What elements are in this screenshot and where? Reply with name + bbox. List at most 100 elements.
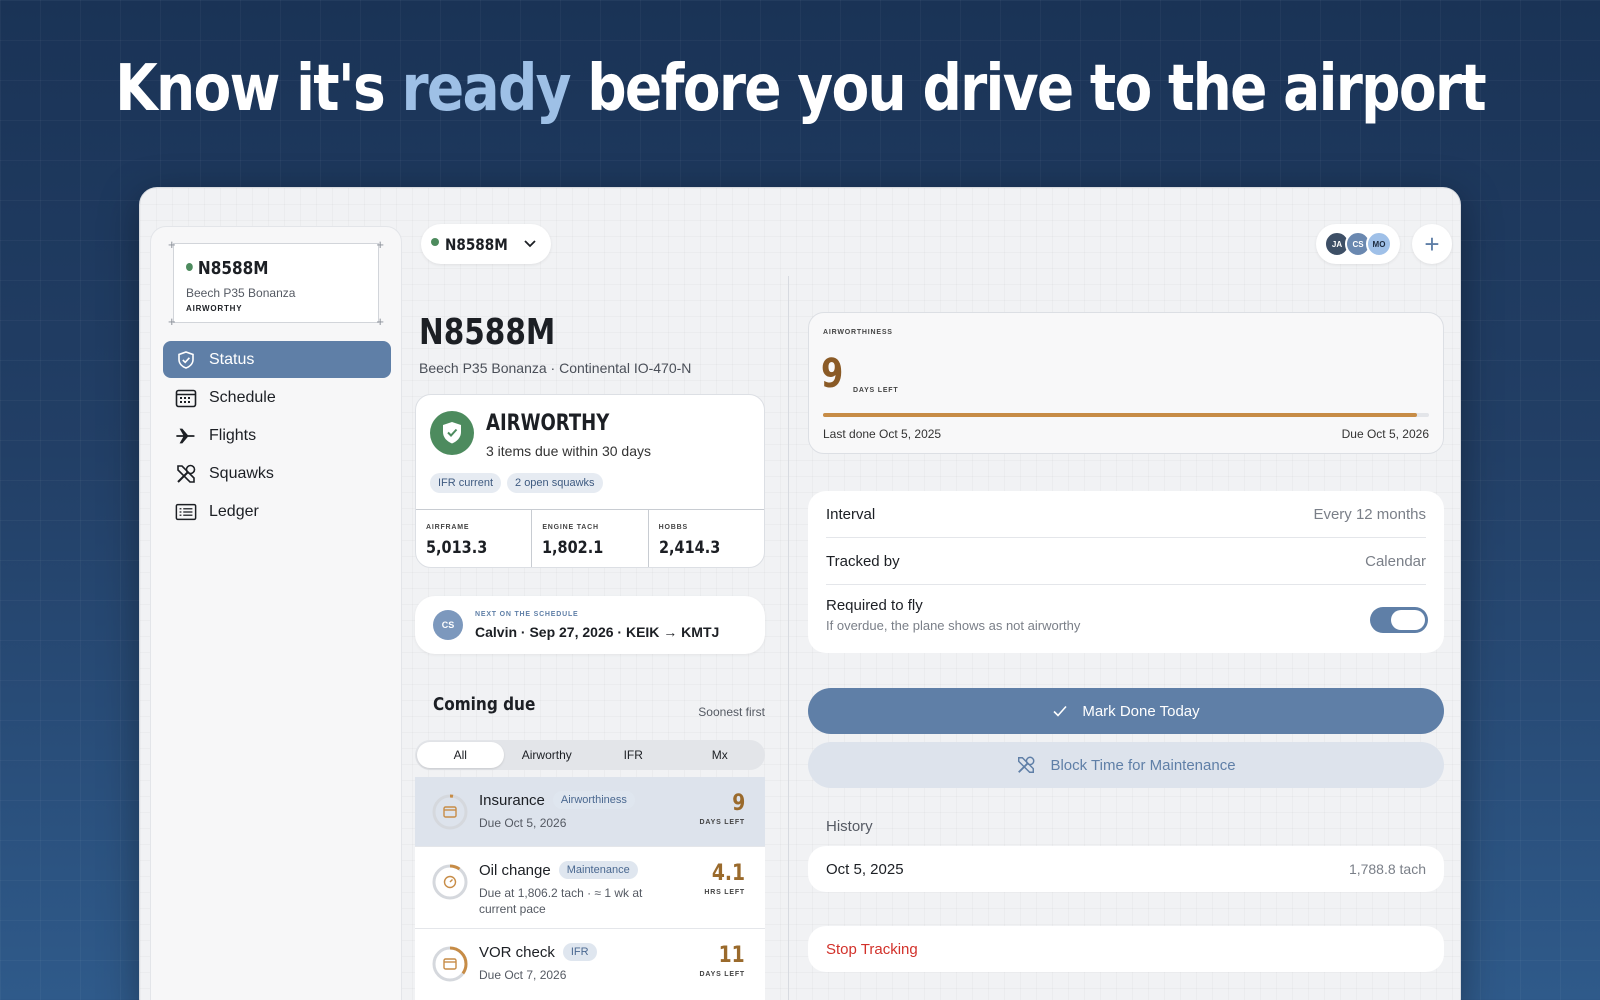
tools-icon <box>175 463 197 485</box>
meter-label: HOBBS <box>658 524 688 531</box>
sidebar-item-squawks[interactable]: Squawks <box>163 455 391 492</box>
aircraft-model: Beech P35 Bonanza <box>186 286 296 300</box>
pane-divider <box>788 276 789 1000</box>
interval-row[interactable]: Interval Every 12 months <box>826 491 1426 538</box>
crosshair-icon: + <box>168 314 176 329</box>
required-to-fly-row: Required to fly If overdue, the plane sh… <box>826 597 1080 633</box>
meter-value: 1,802.1 <box>542 538 604 558</box>
sidebar-item-schedule[interactable]: Schedule <box>163 379 391 416</box>
history-title: History <box>826 818 873 835</box>
list-item[interactable]: Oil change Maintenance Due at 1,806.2 tac… <box>415 847 765 929</box>
airworthy-card: AIRWORTHY 3 items due within 30 days IFR… <box>415 394 765 568</box>
tracked-by-row[interactable]: Tracked by Calendar <box>826 538 1426 585</box>
due-date: Due Oct 5, 2026 <box>1341 427 1429 441</box>
item-settings-card: Interval Every 12 months Tracked by Cale… <box>808 491 1444 653</box>
filter-ifr[interactable]: IFR <box>590 742 677 768</box>
shield-check-icon <box>175 349 197 371</box>
block-time-button[interactable]: Block Time for Maintenance <box>808 742 1444 788</box>
status-dot-icon <box>431 238 439 246</box>
checkmark-icon <box>1052 704 1068 718</box>
status-dot-icon <box>186 263 193 271</box>
next-value: Calvin · Sep 27, 2026 · KEIK → KMTJ <box>475 624 720 640</box>
item-remaining: 11 <box>718 943 745 968</box>
aircraft-switcher[interactable]: N8588M <box>421 224 551 264</box>
list-item[interactable]: Insurance Airworthiness Due Oct 5, 2026 9… <box>415 777 765 847</box>
avatar: CS <box>433 610 463 640</box>
crosshair-icon: + <box>376 237 384 252</box>
avatar: MO <box>1366 231 1392 257</box>
item-unit: DAYS LEFT <box>699 819 745 826</box>
history-row[interactable]: Oct 5, 2025 1,788.8 tach <box>808 846 1444 892</box>
plus-icon: + <box>1424 229 1440 259</box>
countdown-progress <box>823 413 1429 417</box>
status-title: AIRWORTHY <box>486 411 610 436</box>
sidebar-item-label: Schedule <box>209 388 276 406</box>
list-item[interactable]: VOR check IFR Due Oct 7, 2026 11 DAYS LEF… <box>415 929 765 1000</box>
section-title: Coming due <box>433 694 536 715</box>
aircraft-switcher-label: N8588M <box>445 234 508 254</box>
required-to-fly-toggle[interactable] <box>1370 607 1428 633</box>
headline: Know it's ready before you drive to the … <box>115 52 1487 126</box>
member-avatars[interactable]: JA CS MO <box>1316 224 1400 264</box>
aircraft-card[interactable]: + + + + N8588M Beech P35 Bonanza AIRWORT… <box>168 238 384 328</box>
meter-hobbs: HOBBS 2,414.3 <box>649 510 764 567</box>
item-remaining: 4.1 <box>711 861 745 886</box>
meter-value: 2,414.3 <box>658 538 720 558</box>
meter-value: 5,013.3 <box>426 538 488 558</box>
stop-tracking-button[interactable]: Stop Tracking <box>808 926 1444 972</box>
calendar-icon <box>443 958 457 970</box>
tracked-by-label: Tracked by <box>826 552 900 570</box>
tools-icon <box>1016 755 1036 775</box>
filter-segmented-control: All Airworthy IFR Mx <box>415 740 765 770</box>
aircraft-subtitle: Beech P35 Bonanza · Continental IO-470-N <box>419 360 692 376</box>
item-tag: IFR <box>562 943 597 961</box>
sidebar-item-status[interactable]: Status <box>163 341 391 378</box>
mark-done-label: Mark Done Today <box>1082 702 1200 720</box>
meter-airframe: AIRFRAME 5,013.3 <box>416 510 533 567</box>
history-date: Oct 5, 2025 <box>826 860 904 878</box>
sidebar: + + + + N8588M Beech P35 Bonanza AIRWORT… <box>150 226 402 1000</box>
aircraft-status: AIRWORTHY <box>186 304 243 313</box>
crosshair-icon: + <box>376 314 384 329</box>
meter-label: AIRFRAME <box>426 524 470 531</box>
filter-mx[interactable]: Mx <box>677 742 764 768</box>
sidebar-item-label: Squawks <box>209 464 274 482</box>
mark-done-button[interactable]: Mark Done Today <box>808 688 1444 734</box>
item-tag: Airworthiness <box>552 791 635 809</box>
chevron-down-icon <box>523 239 537 249</box>
progress-ring-icon <box>432 864 468 900</box>
sidebar-item-flights[interactable]: Flights <box>163 417 391 454</box>
aircraft-tail: N8588M <box>197 258 269 279</box>
airworthiness-countdown: AIRWORTHINESS 9 DAYS LEFT Last done Oct … <box>808 312 1444 454</box>
crosshair-icon: + <box>168 237 176 252</box>
sidebar-item-label: Status <box>209 350 255 368</box>
status-badge[interactable]: IFR current <box>430 473 502 493</box>
progress-ring-icon <box>432 946 468 982</box>
next-schedule-card[interactable]: CS NEXT ON THE SCHEDULE Calvin · Sep 27,… <box>415 596 765 654</box>
status-badge[interactable]: 2 open squawks <box>507 473 603 493</box>
filter-airworthy[interactable]: Airworthy <box>504 742 591 768</box>
item-name: VOR check <box>479 943 555 961</box>
page-title: N8588M <box>419 312 556 353</box>
interval-label: Interval <box>826 505 876 523</box>
toggle-knob <box>1391 610 1425 630</box>
airplane-icon <box>175 425 197 447</box>
add-button[interactable]: + <box>1412 224 1452 264</box>
sort-button[interactable]: Soonest first <box>698 705 765 719</box>
item-unit: HRS LEFT <box>704 889 745 896</box>
status-subtitle: 3 items due within 30 days <box>486 443 651 459</box>
headline-accent: ready <box>401 52 571 126</box>
countdown-value: 9 <box>821 351 844 397</box>
stop-tracking-label: Stop Tracking <box>826 940 918 958</box>
item-due: Due Oct 7, 2026 <box>479 968 567 982</box>
time-meters: AIRFRAME 5,013.3 ENGINE TACH 1,802.1 HOB… <box>416 509 764 567</box>
sidebar-item-ledger[interactable]: Ledger <box>163 493 391 530</box>
calendar-icon <box>443 806 457 818</box>
filter-all[interactable]: All <box>417 742 504 768</box>
last-done: Last done Oct 5, 2025 <box>823 427 942 441</box>
shield-check-icon <box>430 411 474 455</box>
interval-value: Every 12 months <box>1313 505 1426 523</box>
meter-engine-tach: ENGINE TACH 1,802.1 <box>532 510 649 567</box>
app-window: + + + + N8588M Beech P35 Bonanza AIRWORT… <box>139 187 1461 1000</box>
item-name: Oil change <box>479 861 551 879</box>
